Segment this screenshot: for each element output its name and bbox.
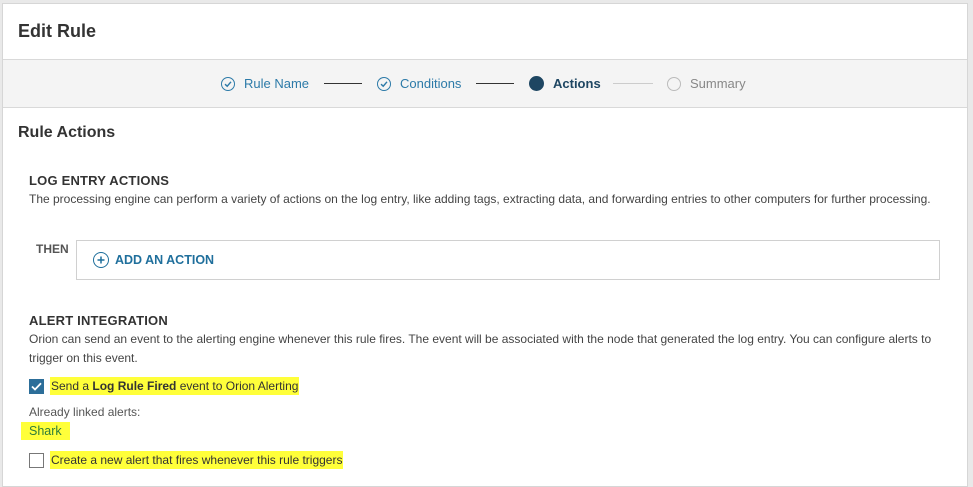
check-circle-icon <box>377 76 391 91</box>
panel-header: Edit Rule <box>3 4 967 60</box>
send-event-label: Send a Log Rule Fired event to Orion Ale… <box>50 377 300 395</box>
wizard-step-label: Summary <box>690 76 746 91</box>
then-label: THEN <box>36 242 69 256</box>
section-title: Rule Actions <box>18 124 116 141</box>
send-event-suffix: event to Orion Alerting <box>176 379 299 393</box>
empty-circle-icon <box>667 76 681 91</box>
wizard-step-label: Conditions <box>400 76 462 91</box>
linked-alerts-label: Already linked alerts: <box>29 405 141 419</box>
edit-rule-panel: Edit Rule Rule Name Conditions Actions S… <box>2 3 968 487</box>
wizard-step-label: Actions <box>553 76 601 91</box>
wizard-connector <box>324 83 362 84</box>
alert-integration-heading: ALERT INTEGRATION <box>29 313 168 328</box>
alert-integration-description: Orion can send an event to the alerting … <box>29 332 932 365</box>
log-entry-actions-description: The processing engine can perform a vari… <box>29 192 931 206</box>
active-step-dot-icon <box>529 76 544 91</box>
wizard-step-summary[interactable]: Summary <box>667 60 746 107</box>
linked-alert-link[interactable]: Shark <box>21 422 70 440</box>
plus-circle-icon <box>93 252 109 268</box>
wizard-connector <box>476 83 514 84</box>
wizard-step-conditions[interactable]: Conditions <box>377 60 461 107</box>
wizard-connector <box>613 83 653 84</box>
wizard-step-actions[interactable]: Actions <box>529 60 601 107</box>
add-action-label: ADD AN ACTION <box>115 253 215 267</box>
wizard-step-label: Rule Name <box>244 76 310 91</box>
create-alert-option: Create a new alert that fires whenever t… <box>29 451 344 469</box>
check-circle-icon <box>221 76 235 91</box>
action-box: ADD AN ACTION <box>76 240 940 280</box>
send-event-bold: Log Rule Fired <box>92 379 177 393</box>
page-title: Edit Rule <box>18 21 97 41</box>
send-event-prefix: Send a <box>51 379 93 393</box>
wizard-step-rule-name[interactable]: Rule Name <box>221 60 309 107</box>
create-alert-label: Create a new alert that fires whenever t… <box>50 451 344 469</box>
wizard-steps: Rule Name Conditions Actions Summary <box>3 60 967 108</box>
create-alert-checkbox[interactable] <box>29 452 44 468</box>
send-event-checkbox[interactable] <box>29 378 44 394</box>
log-entry-actions-heading: LOG ENTRY ACTIONS <box>29 173 170 188</box>
add-action-button[interactable]: ADD AN ACTION <box>93 252 214 268</box>
send-event-option: Send a Log Rule Fired event to Orion Ale… <box>29 377 300 395</box>
